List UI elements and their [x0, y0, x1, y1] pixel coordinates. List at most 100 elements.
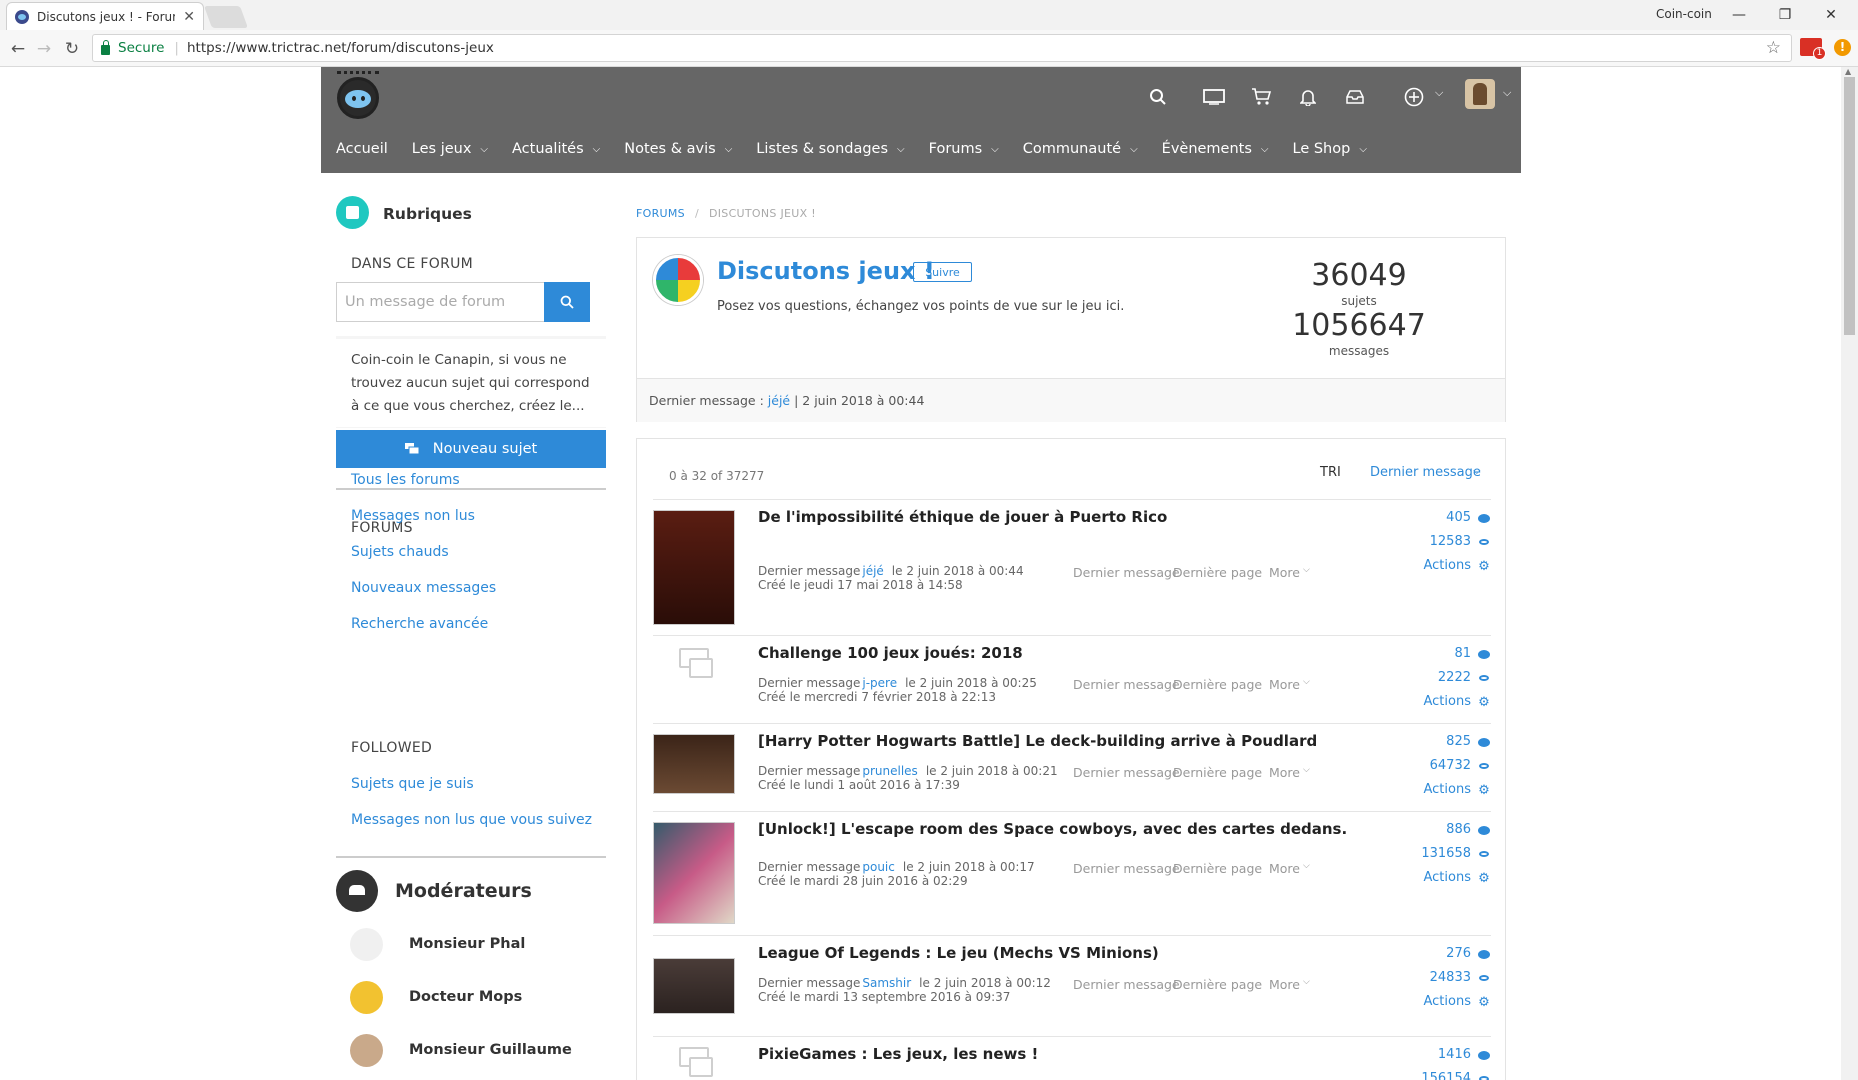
close-window-icon[interactable]: ✕: [1808, 2, 1854, 28]
restore-icon[interactable]: ❐: [1762, 2, 1808, 28]
moderator-name[interactable]: Monsieur Phal: [409, 936, 525, 952]
nav-item-2[interactable]: Actualités ⌵: [512, 141, 600, 157]
forum-search-button[interactable]: [544, 282, 590, 322]
more-menu-link[interactable]: More: [1269, 677, 1300, 692]
topic-title-link[interactable]: [Harry Potter Hogwarts Battle] Le deck-b…: [758, 732, 1317, 750]
gear-icon[interactable]: ⚙: [1477, 871, 1491, 886]
last-page-link[interactable]: Dernière page: [1173, 861, 1262, 876]
last-message-user-link[interactable]: jéjé: [768, 393, 790, 408]
topic-title-link[interactable]: PixieGames : Les jeux, les news !: [758, 1045, 1038, 1063]
gmail-extension-icon[interactable]: [1800, 38, 1826, 60]
last-poster-link[interactable]: pouic: [862, 860, 895, 874]
more-menu-link[interactable]: More: [1269, 765, 1300, 780]
actions-button[interactable]: Actions: [1424, 994, 1472, 1009]
chevron-down-icon[interactable]: ⌵: [1303, 565, 1310, 575]
last-message-link[interactable]: Dernier message: [1073, 765, 1180, 780]
breadcrumb-forums-link[interactable]: FORUMS: [636, 207, 685, 220]
sort-chevron-icon[interactable]: ⌵: [1473, 466, 1481, 477]
more-menu-link[interactable]: More: [1269, 861, 1300, 876]
back-arrow-icon[interactable]: ←: [6, 37, 30, 61]
topic-thumbnail[interactable]: [653, 510, 735, 625]
sidebar-forum-link-3[interactable]: Nouveaux messages: [351, 580, 496, 596]
page-scrollbar[interactable]: ▲: [1841, 67, 1858, 1080]
nav-item-0[interactable]: Accueil: [336, 141, 388, 157]
nav-item-5[interactable]: Forums ⌵: [929, 141, 999, 157]
topic-title-link[interactable]: [Unlock!] L'escape room des Space cowboy…: [758, 820, 1347, 838]
browser-tab[interactable]: Discutons jeux ! - Forum ✕: [6, 2, 204, 30]
chevron-down-icon[interactable]: ⌵: [1303, 765, 1310, 775]
moderator-avatar[interactable]: [350, 928, 383, 961]
forum-search-input[interactable]: [337, 283, 537, 321]
last-page-link[interactable]: Dernière page: [1173, 765, 1262, 780]
nav-item-7[interactable]: Évènements ⌵: [1162, 141, 1269, 157]
user-menu-chevron-icon[interactable]: ⌵: [1503, 86, 1511, 100]
tab-close-icon[interactable]: ✕: [183, 9, 195, 25]
moderator-name[interactable]: Monsieur Guillaume: [409, 1042, 572, 1058]
moderator-avatar[interactable]: [350, 981, 383, 1014]
moderator-avatar[interactable]: [350, 1034, 383, 1067]
topic-title-link[interactable]: Challenge 100 jeux joués: 2018: [758, 644, 1023, 662]
trictrac-logo[interactable]: [337, 77, 379, 119]
last-poster-link[interactable]: j-pere: [862, 676, 897, 690]
nav-item-1[interactable]: Les jeux ⌵: [412, 141, 488, 157]
last-message-link[interactable]: Dernier message: [1073, 565, 1180, 580]
last-page-link[interactable]: Dernière page: [1173, 565, 1262, 580]
reload-icon[interactable]: ↻: [60, 37, 84, 61]
topic-title-link[interactable]: League Of Legends : Le jeu (Mechs VS Min…: [758, 944, 1159, 962]
nav-item-8[interactable]: Le Shop ⌵: [1293, 141, 1367, 157]
bell-icon[interactable]: [1295, 84, 1321, 110]
add-menu-chevron-icon[interactable]: ⌵: [1435, 86, 1443, 100]
sidebar-forum-link-4[interactable]: Recherche avancée: [351, 616, 488, 632]
browser-profile-name[interactable]: Coin-coin: [1656, 7, 1712, 21]
cart-icon[interactable]: [1248, 84, 1274, 110]
nav-item-4[interactable]: Listes & sondages ⌵: [756, 141, 904, 157]
last-message-link[interactable]: Dernier message: [1073, 861, 1180, 876]
gear-icon[interactable]: ⚙: [1477, 783, 1491, 798]
sidebar-forum-link-0[interactable]: Tous les forums: [351, 472, 460, 488]
gear-icon[interactable]: ⚙: [1477, 695, 1491, 710]
topic-thumbnail[interactable]: [653, 822, 735, 924]
new-topic-button[interactable]: Nouveau sujet: [336, 430, 606, 468]
screen-icon[interactable]: [1201, 84, 1227, 110]
last-page-link[interactable]: Dernière page: [1173, 677, 1262, 692]
search-icon[interactable]: [1145, 84, 1171, 110]
gear-icon[interactable]: ⚙: [1477, 559, 1491, 574]
last-poster-link[interactable]: Samshir: [862, 976, 911, 990]
sidebar-followed-link-1[interactable]: Messages non lus que vous suivez: [351, 812, 592, 828]
topic-thumbnail[interactable]: [653, 734, 735, 794]
follow-button[interactable]: Suivre: [913, 262, 972, 282]
inbox-icon[interactable]: [1342, 84, 1368, 110]
actions-button[interactable]: Actions: [1424, 782, 1472, 797]
moderator-name[interactable]: Docteur Mops: [409, 989, 522, 1005]
more-menu-link[interactable]: More: [1269, 565, 1300, 580]
sidebar-followed-link-0[interactable]: Sujets que je suis: [351, 776, 474, 792]
gear-icon[interactable]: ⚙: [1477, 995, 1491, 1010]
actions-button[interactable]: Actions: [1424, 694, 1472, 709]
actions-button[interactable]: Actions: [1424, 558, 1472, 573]
last-message-link[interactable]: Dernier message: [1073, 977, 1180, 992]
user-avatar[interactable]: [1465, 79, 1495, 109]
topic-thumbnail[interactable]: [653, 958, 735, 1014]
nav-item-3[interactable]: Notes & avis ⌵: [624, 141, 732, 157]
last-poster-link[interactable]: jéjé: [862, 564, 883, 578]
topic-title-link[interactable]: De l'impossibilité éthique de jouer à Pu…: [758, 508, 1167, 526]
chevron-down-icon[interactable]: ⌵: [1303, 677, 1310, 687]
minimize-icon[interactable]: —: [1716, 2, 1762, 28]
chevron-down-icon[interactable]: ⌵: [1303, 861, 1310, 871]
sort-select[interactable]: Dernier message: [1370, 465, 1481, 480]
add-circle-icon[interactable]: [1401, 84, 1427, 110]
scroll-up-arrow-icon[interactable]: ▲: [1845, 67, 1851, 76]
nav-item-6[interactable]: Communauté ⌵: [1023, 141, 1138, 157]
more-menu-link[interactable]: More: [1269, 977, 1300, 992]
new-tab-button[interactable]: [203, 6, 249, 28]
scrollbar-thumb[interactable]: [1844, 77, 1855, 335]
last-page-link[interactable]: Dernière page: [1173, 977, 1262, 992]
last-poster-link[interactable]: prunelles: [862, 764, 917, 778]
sidebar-forum-link-1[interactable]: Messages non lus: [351, 508, 475, 524]
sidebar-forum-link-2[interactable]: Sujets chauds: [351, 544, 449, 560]
alert-extension-icon[interactable]: !: [1834, 39, 1851, 56]
bookmark-star-icon[interactable]: ☆: [1766, 38, 1781, 58]
forward-arrow-icon[interactable]: →: [32, 37, 56, 61]
actions-button[interactable]: Actions: [1424, 870, 1472, 885]
last-message-link[interactable]: Dernier message: [1073, 677, 1180, 692]
